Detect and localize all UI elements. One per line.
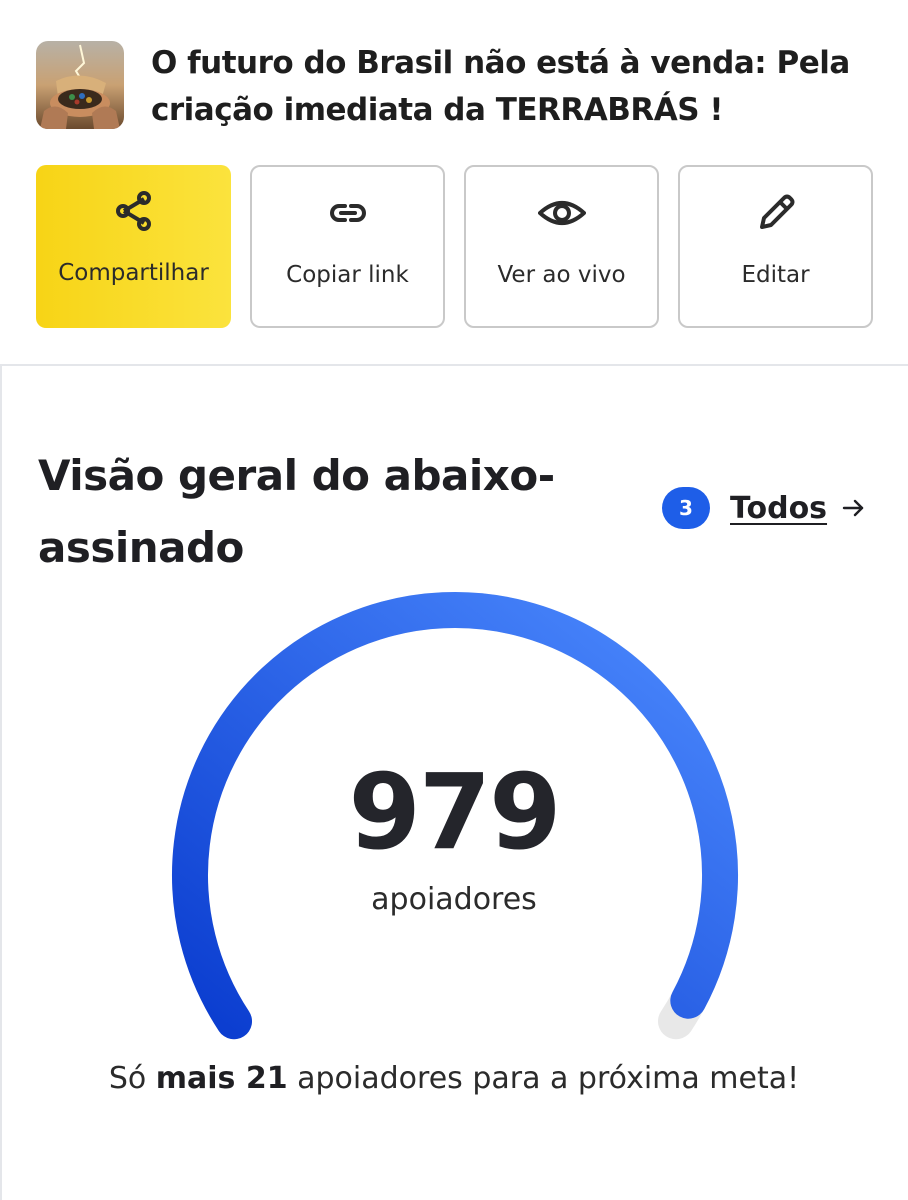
share-icon [115,191,151,231]
goal-remaining: mais 21 [155,1061,288,1096]
next-goal-message: Só mais 21 apoiadores para a próxima met… [0,1052,908,1106]
arrow-right-icon[interactable] [840,494,868,522]
view-live-button[interactable]: Ver ao vivo [464,165,659,328]
supporter-count-label: apoiadores [371,882,537,917]
edit-button[interactable]: Editar [678,165,873,328]
supporter-count: 979 [348,751,561,873]
section-divider [0,364,908,366]
share-button-label: Compartilhar [58,260,209,286]
copy-link-button[interactable]: Copiar link [250,165,445,328]
view-live-button-label: Ver ao vivo [497,262,626,288]
overview-title: Visão geral do abaixo-assinado [38,451,555,572]
edit-button-label: Editar [741,262,810,288]
petition-header: O futuro do Brasil não está à venda: Pel… [0,0,908,364]
petition-thumbnail [36,41,124,129]
updates-count-badge: 3 [662,487,710,529]
eye-icon [537,201,586,225]
goal-msg-suffix: apoiadores para a próxima meta! [287,1061,800,1096]
link-icon [329,204,366,222]
action-bar: Compartilhar Copiar link Ver ao vivo Edi… [36,165,873,328]
view-all-link[interactable]: Todos [730,488,827,530]
pencil-icon [759,194,794,229]
share-button[interactable]: Compartilhar [36,165,231,328]
goal-msg-prefix: Só [108,1061,156,1096]
copy-link-button-label: Copiar link [286,262,409,288]
petition-title: O futuro do Brasil não está à venda: Pel… [151,45,850,128]
